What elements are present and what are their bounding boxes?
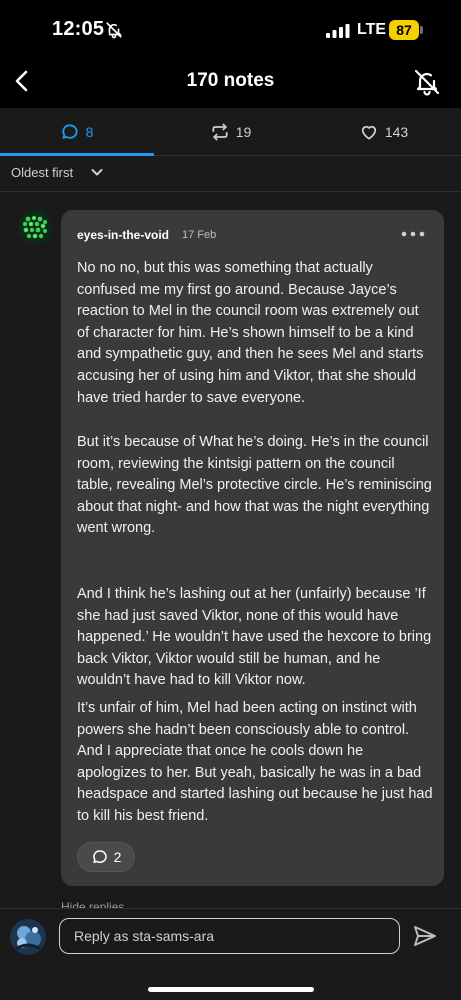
reply-paragraph: No no no, but this was something that ac… xyxy=(77,260,424,406)
reply-paragraph: But it’s because of What he’s doing. He’… xyxy=(77,434,432,537)
reply-card: eyes-in-the-void 17 Feb No no no, but th… xyxy=(61,210,444,886)
reply-paragraph: And I think he’s lashing out at her (unf… xyxy=(77,586,432,689)
reply-input[interactable] xyxy=(59,918,400,954)
reply-paragraph: It’s unfair of him, Mel had been acting … xyxy=(77,700,433,824)
status-bar: 12:05 LTE 87 xyxy=(0,0,461,56)
replies-list: eyes-in-the-void 17 Feb No no no, but th… xyxy=(0,192,461,908)
notes-tabs: 8 19 143 xyxy=(0,108,461,156)
chevron-down-icon xyxy=(91,169,103,176)
sort-label: Oldest first xyxy=(11,165,74,180)
home-indicator xyxy=(148,987,314,992)
likes-count: 143 xyxy=(384,124,409,140)
tab-likes[interactable]: 143 xyxy=(307,108,460,156)
nav-bar: 170 notes xyxy=(0,56,461,108)
comment-bubble-icon xyxy=(61,124,78,139)
network-type: LTE xyxy=(357,21,387,38)
more-options-icon[interactable] xyxy=(401,228,425,240)
send-icon[interactable] xyxy=(412,923,438,949)
reply-username[interactable]: eyes-in-the-void xyxy=(77,228,169,242)
avatar[interactable] xyxy=(18,210,52,244)
reply-count: 2 xyxy=(113,849,122,865)
notifications-off-icon[interactable] xyxy=(412,67,442,97)
view-replies-button[interactable]: 2 xyxy=(77,842,135,872)
reblogs-count: 19 xyxy=(235,124,252,140)
reply-date: 17 Feb xyxy=(182,229,217,241)
comment-bubble-icon xyxy=(92,850,107,863)
sort-selector[interactable]: Oldest first xyxy=(0,156,461,192)
page-title: 170 notes xyxy=(186,70,275,91)
tab-replies[interactable]: 8 xyxy=(0,108,153,156)
heart-icon xyxy=(361,125,376,140)
battery-tip xyxy=(420,26,423,34)
bell-slash-icon xyxy=(106,22,122,39)
replies-count: 8 xyxy=(85,124,94,140)
hide-replies-link[interactable]: Hide replies xyxy=(61,900,124,908)
user-avatar[interactable] xyxy=(10,919,46,955)
cellular-signal-icon xyxy=(326,24,350,38)
reblog-icon xyxy=(212,123,228,141)
reply-composer xyxy=(0,908,461,1000)
tab-reblogs[interactable]: 19 xyxy=(154,108,307,156)
battery-level: 87 xyxy=(389,20,419,40)
status-time: 12:05 xyxy=(52,18,105,40)
